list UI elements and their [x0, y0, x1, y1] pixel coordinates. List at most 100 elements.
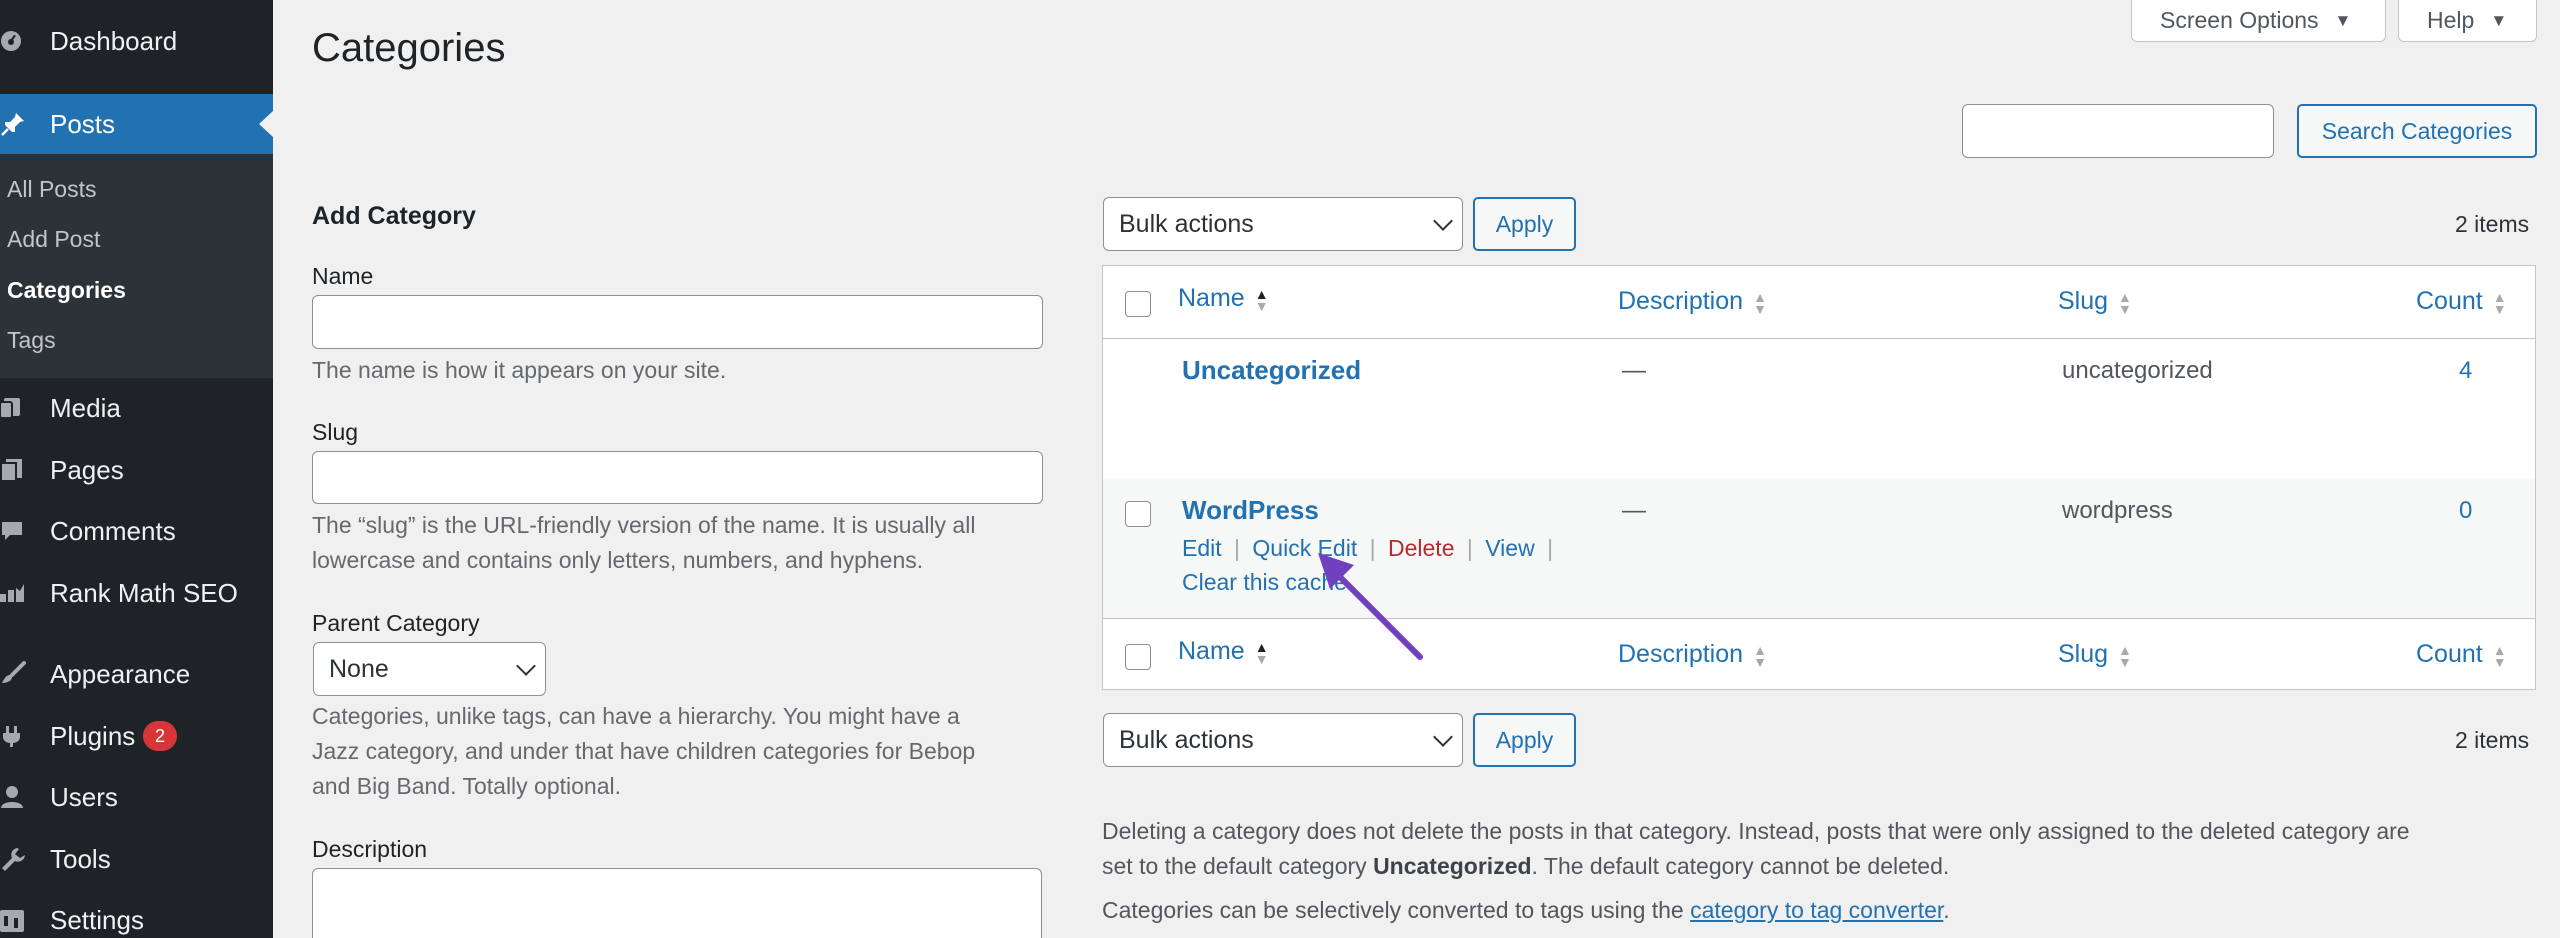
screen-options-label: Screen Options	[2160, 7, 2319, 33]
action-separator: |	[1234, 535, 1241, 561]
apply-button-top[interactable]: Apply	[1473, 197, 1576, 251]
help-button[interactable]: Help ▼	[2398, 0, 2537, 42]
caret-down-icon: ▼	[2490, 10, 2508, 30]
user-icon	[0, 782, 34, 812]
column-description[interactable]: Description ▲ ▼	[1618, 287, 1767, 316]
delete-note-text-end: . The default category cannot be deleted…	[1531, 853, 1950, 879]
apply-button-bottom[interactable]: Apply	[1473, 713, 1576, 767]
help-label: Help	[2427, 7, 2475, 33]
column-count[interactable]: Count ▲ ▼	[2416, 640, 2507, 669]
row-description: —	[1622, 357, 1646, 384]
column-description[interactable]: Description ▲ ▼	[1618, 640, 1767, 669]
slug-help-line-2: lowercase and contains only letters, num…	[312, 547, 924, 573]
column-description-label: Description	[1618, 287, 1744, 315]
pushpin-icon	[0, 109, 34, 139]
description-label: Description	[312, 836, 428, 862]
delete-note-line-1: Deleting a category does not delete the …	[1102, 818, 2410, 844]
menu-plugins-label: Plugins	[50, 720, 136, 751]
edit-link[interactable]: Edit	[1182, 535, 1222, 561]
paintbrush-icon	[0, 659, 34, 689]
menu-plugins[interactable]: Plugins 2	[0, 708, 273, 764]
category-name-input[interactable]	[312, 295, 1043, 349]
parent-help-line-1: Categories, unlike tags, can have a hier…	[312, 703, 960, 729]
bulk-actions-label: Bulk actions	[1119, 209, 1254, 238]
menu-appearance[interactable]: Appearance	[0, 646, 273, 702]
chevron-down-icon	[1433, 727, 1453, 747]
row-description: —	[1622, 497, 1646, 524]
menu-tools[interactable]: Tools	[0, 831, 273, 887]
default-category-name: Uncategorized	[1373, 853, 1532, 879]
convert-note-end: .	[1943, 897, 1950, 923]
action-separator: |	[1466, 535, 1473, 561]
row-count-link[interactable]: 4	[2459, 357, 2472, 385]
row-slug: wordpress	[2062, 497, 2173, 524]
select-all-checkbox-footer[interactable]	[1125, 644, 1151, 670]
settings-icon	[0, 905, 34, 935]
category-slug-input[interactable]	[312, 451, 1043, 504]
view-link[interactable]: View	[1485, 535, 1534, 561]
menu-settings-label: Settings	[50, 904, 144, 935]
table-header: Name ▲ ▼ Description ▲ ▼ Slug ▲ ▼ Count ▲ ▼	[1103, 266, 2535, 339]
menu-tools-label: Tools	[50, 843, 111, 874]
parent-help-line-3: and Big Band. Totally optional.	[312, 773, 622, 799]
menu-rank-math[interactable]: Rank Math SEO	[0, 565, 273, 621]
parent-help-line-2: Jazz category, and under that have child…	[312, 738, 976, 764]
column-slug-label: Slug	[2058, 640, 2109, 668]
column-slug[interactable]: Slug ▲ ▼	[2058, 640, 2132, 669]
column-count-label: Count	[2416, 287, 2483, 315]
parent-category-select[interactable]: None	[313, 642, 546, 696]
row-title-link[interactable]: Uncategorized	[1182, 355, 1361, 386]
parent-category-value: None	[329, 654, 389, 683]
submenu-categories[interactable]: Categories	[7, 277, 126, 304]
menu-posts[interactable]: Posts	[0, 94, 273, 154]
search-categories-input[interactable]	[1962, 104, 2274, 158]
admin-sidebar: Dashboard Posts All Posts Add Post Categ…	[0, 0, 273, 938]
column-name[interactable]: Name ▲ ▼	[1178, 637, 1269, 666]
plugins-update-badge: 2	[143, 721, 177, 751]
submenu-add-post[interactable]: Add Post	[7, 226, 100, 253]
submenu-tags[interactable]: Tags	[7, 327, 56, 354]
menu-media-label: Media	[50, 392, 121, 423]
bulk-actions-label: Bulk actions	[1119, 725, 1254, 754]
slug-label: Slug	[312, 419, 359, 445]
menu-comments[interactable]: Comments	[0, 503, 273, 559]
row-title-link[interactable]: WordPress	[1182, 495, 1319, 526]
select-all-checkbox[interactable]	[1125, 291, 1151, 317]
sort-icon: ▲ ▼	[1254, 638, 1269, 667]
menu-rank-math-label: Rank Math SEO	[50, 577, 238, 608]
menu-users[interactable]: Users	[0, 769, 273, 825]
screen-options-button[interactable]: Screen Options ▼	[2131, 0, 2386, 42]
bulk-actions-select-top[interactable]: Bulk actions	[1103, 197, 1463, 251]
row-slug: uncategorized	[2062, 357, 2213, 384]
sort-icon: ▲ ▼	[1753, 641, 1767, 670]
column-slug[interactable]: Slug ▲ ▼	[2058, 287, 2132, 316]
parent-category-label: Parent Category	[312, 610, 480, 636]
category-description-textarea[interactable]	[312, 868, 1042, 938]
action-separator: |	[1547, 535, 1554, 561]
row-checkbox[interactable]	[1125, 501, 1151, 527]
menu-dashboard[interactable]: Dashboard	[0, 13, 273, 69]
submenu-all-posts[interactable]: All Posts	[7, 176, 96, 203]
category-to-tag-converter-link[interactable]: category to tag converter	[1690, 897, 1943, 923]
items-count-bottom: 2 items	[2455, 727, 2530, 753]
convert-note: Categories can be selectively converted …	[1102, 892, 2542, 928]
menu-appearance-label: Appearance	[50, 658, 191, 689]
column-count[interactable]: Count ▲ ▼	[2416, 287, 2507, 316]
table-row: Uncategorized — uncategorized 4	[1103, 339, 2535, 479]
menu-media[interactable]: Media	[0, 380, 273, 436]
column-count-label: Count	[2416, 640, 2483, 668]
row-count-link[interactable]: 0	[2459, 497, 2472, 525]
chevron-down-icon	[1433, 211, 1453, 231]
bulk-actions-select-bottom[interactable]: Bulk actions	[1103, 713, 1463, 767]
menu-users-label: Users	[50, 781, 118, 812]
sort-icon: ▲ ▼	[2118, 288, 2132, 317]
column-name[interactable]: Name ▲ ▼	[1178, 284, 1269, 313]
sort-icon: ▲ ▼	[2118, 641, 2132, 670]
column-slug-label: Slug	[2058, 287, 2109, 315]
menu-dashboard-label: Dashboard	[50, 25, 178, 56]
pages-icon	[0, 455, 34, 485]
search-categories-button[interactable]: Search Categories	[2297, 104, 2537, 158]
menu-pages[interactable]: Pages	[0, 442, 273, 498]
sort-icon: ▲ ▼	[1753, 288, 1767, 317]
menu-settings[interactable]: Settings	[0, 892, 273, 938]
